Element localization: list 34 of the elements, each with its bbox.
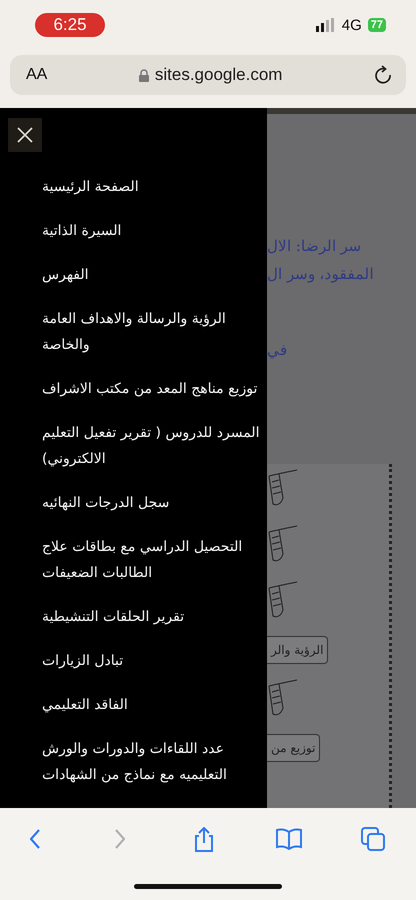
menu-item[interactable]: الرؤية والرسالة والاهداف العامة والخاصة: [42, 306, 260, 358]
text-size-button[interactable]: AA: [26, 66, 48, 84]
menu-item[interactable]: عدد اللقاءات والدورات والورش التعليميه مع نماذج من الشهادات: [42, 736, 260, 788]
status-time: 6:25: [35, 13, 105, 37]
menu-item[interactable]: الفاقد التعليمي: [42, 692, 260, 718]
menu-item[interactable]: الصفحة الرئيسية: [42, 174, 260, 200]
menu-item[interactable]: سجل الدرجات النهائيه: [42, 490, 260, 516]
page-text: سر الرضا: الال: [267, 236, 363, 257]
page-text: المفقود، وسر ال: [267, 264, 375, 285]
tabs-icon: [361, 827, 385, 851]
back-icon: [30, 829, 40, 849]
page-text: في: [267, 340, 288, 361]
lock-icon: [138, 68, 149, 82]
tabs-button[interactable]: [358, 824, 388, 854]
menu-item[interactable]: تقرير الحلقات التنشيطية: [42, 604, 260, 630]
signal-icon: [316, 18, 336, 32]
address-bar[interactable]: AA sites.google.com: [10, 55, 406, 95]
reload-icon[interactable]: [374, 65, 392, 85]
share-icon: [195, 826, 213, 852]
page-link[interactable]: توزيع من: [267, 734, 320, 762]
menu-item[interactable]: التحصيل الدراسي مع بطاقات علاج الطالبات الضعيفات: [42, 534, 260, 586]
close-icon: [17, 127, 33, 143]
menu-item[interactable]: تبادل الزيارات: [42, 648, 260, 674]
close-button[interactable]: [8, 118, 42, 152]
menu-item[interactable]: المسرد للدروس ( تقرير تفعيل التعليم الالكتروني): [42, 420, 260, 472]
menu-item[interactable]: الفهرس: [42, 262, 260, 288]
network-label: 4G: [342, 16, 362, 34]
page-link[interactable]: الرؤية والر: [267, 636, 328, 664]
open-book-icon: [276, 828, 302, 850]
forward-icon: [114, 829, 124, 849]
url-text: sites.google.com: [154, 65, 282, 85]
menu-item[interactable]: السيرة الذاتية: [42, 218, 260, 244]
battery-level: 77: [368, 18, 386, 32]
menu-item[interactable]: توزيع مناهج المعد من مكتب الاشراف: [42, 376, 260, 402]
